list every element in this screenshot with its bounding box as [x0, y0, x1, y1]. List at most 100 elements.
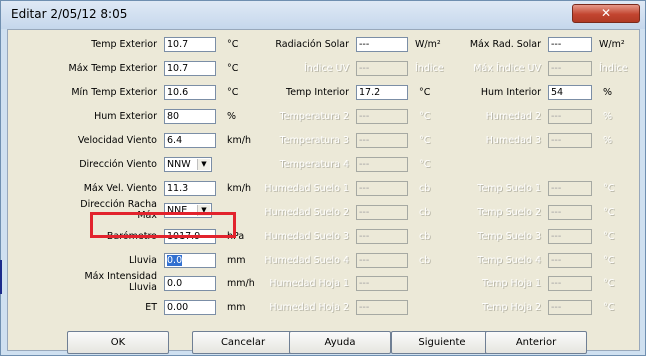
temp-hoja-2-input: --- — [548, 300, 592, 315]
temperatura-2-label: Temperatura 2 — [279, 111, 349, 122]
temp-suelo-3-label: Temp Suelo 3 — [477, 231, 541, 242]
max-temp-exterior-input[interactable]: 10.7 — [164, 61, 216, 76]
ayuda-button[interactable]: Ayuda — [289, 331, 391, 354]
humedad-suelo-1-unit: cb — [419, 183, 431, 194]
max-intensidad-lluvia-input[interactable]: 0.0 — [164, 276, 216, 291]
dialog-client-area: Temp Exterior 10.7 °C Máx Temp Exterior … — [7, 29, 640, 354]
humedad-suelo-2-input: --- — [356, 205, 408, 220]
hum-exterior-input[interactable]: 80 — [164, 109, 216, 124]
temperatura-2-unit: °C — [419, 111, 431, 122]
et-label: ET — [145, 302, 157, 313]
window-edge-accent — [0, 260, 2, 294]
humedad-suelo-4-label: Humedad Suelo 4 — [264, 255, 349, 266]
radiacion-solar-input[interactable]: --- — [356, 37, 408, 52]
humedad-suelo-2-unit: cb — [419, 207, 431, 218]
humedad-suelo-4-unit: cb — [419, 255, 431, 266]
ok-button[interactable]: OK — [67, 331, 169, 354]
max-intensidad-lluvia-label-line1: Máx Intensidad — [84, 271, 157, 282]
temp-hoja-1-input: --- — [548, 276, 592, 291]
hum-exterior-unit: % — [227, 111, 237, 122]
velocidad-viento-input[interactable]: 6.4 — [164, 133, 216, 148]
et-unit: mm — [227, 302, 246, 313]
temp-interior-unit: °C — [419, 87, 431, 98]
max-rad-solar-unit: W/m² — [599, 39, 625, 50]
max-temp-exterior-unit: °C — [227, 63, 239, 74]
humedad-suelo-3-unit: cb — [419, 231, 431, 242]
humedad-suelo-3-label: Humedad Suelo 3 — [264, 231, 349, 242]
temp-hoja-1-unit: °C — [603, 278, 615, 289]
direccion-viento-select[interactable]: NNW ▼ — [164, 157, 212, 172]
temp-suelo-1-unit: °C — [603, 183, 615, 194]
humedad-3-label: Humedad 3 — [485, 135, 541, 146]
siguiente-button[interactable]: Siguiente — [391, 331, 493, 354]
lluvia-label: Lluvia — [128, 255, 157, 266]
indice-uv-label: Índice UV — [303, 63, 349, 74]
temp-suelo-4-input: --- — [548, 253, 592, 268]
anterior-button[interactable]: Anterior — [485, 331, 587, 354]
radiacion-solar-label: Radiación Solar — [275, 39, 349, 50]
temp-interior-input[interactable]: 17.2 — [356, 85, 408, 100]
temp-suelo-4-label: Temp Suelo 4 — [477, 255, 541, 266]
indice-uv-unit: Índice — [415, 63, 444, 74]
hum-exterior-label: Hum Exterior — [94, 111, 157, 122]
temperatura-4-label: Temperatura 4 — [279, 159, 349, 170]
temp-exterior-unit: °C — [227, 39, 239, 50]
lluvia-input[interactable]: 0.0 — [164, 253, 216, 268]
et-input[interactable]: 0.00 — [164, 300, 216, 315]
humedad-hoja-2-input: --- — [356, 300, 408, 315]
hum-interior-input[interactable]: 54 — [548, 85, 592, 100]
lluvia-value-selected: 0.0 — [167, 255, 183, 266]
velocidad-viento-unit: km/h — [227, 135, 251, 146]
temp-suelo-1-input: --- — [548, 181, 592, 196]
cancelar-button[interactable]: Cancelar — [192, 331, 294, 354]
min-temp-exterior-input[interactable]: 10.6 — [164, 85, 216, 100]
min-temp-exterior-unit: °C — [227, 87, 239, 98]
humedad-2-label: Humedad 2 — [485, 111, 541, 122]
edit-dialog-window: Editar 2/05/12 8:05 ✕ Temp Exterior 10.7… — [0, 0, 646, 356]
temperatura-3-unit: °C — [419, 135, 431, 146]
max-indice-uv-label: Máx Índice UV — [473, 63, 541, 74]
temp-hoja-2-label: Temp Hoja 2 — [482, 302, 541, 313]
temp-hoja-1-label: Temp Hoja 1 — [482, 278, 541, 289]
max-temp-exterior-label: Máx Temp Exterior — [68, 63, 157, 74]
humedad-2-unit: % — [603, 111, 613, 122]
close-button[interactable]: ✕ — [572, 4, 640, 23]
max-indice-uv-unit: Índice — [599, 63, 628, 74]
max-intensidad-lluvia-unit: mm/h — [227, 278, 255, 289]
hum-interior-unit: % — [603, 87, 613, 98]
velocidad-viento-label: Velocidad Viento — [77, 135, 157, 146]
lluvia-unit: mm — [227, 255, 246, 266]
max-rad-solar-input[interactable]: --- — [548, 37, 592, 52]
temp-suelo-4-unit: °C — [603, 255, 615, 266]
direccion-viento-value: NNW — [167, 159, 191, 170]
humedad-suelo-3-input: --- — [356, 229, 408, 244]
max-vel-viento-label: Máx Vel. Viento — [83, 183, 157, 194]
min-temp-exterior-label: Mín Temp Exterior — [71, 87, 157, 98]
title-bar[interactable]: Editar 2/05/12 8:05 ✕ — [1, 1, 645, 29]
humedad-2-input: --- — [548, 109, 592, 124]
window-title: Editar 2/05/12 8:05 — [11, 7, 128, 21]
temp-hoja-2-unit: °C — [603, 302, 615, 313]
temp-suelo-3-unit: °C — [603, 231, 615, 242]
temp-suelo-3-input: --- — [548, 229, 592, 244]
humedad-suelo-1-input: --- — [356, 181, 408, 196]
temp-suelo-2-unit: °C — [603, 207, 615, 218]
temp-exterior-label: Temp Exterior — [91, 39, 157, 50]
humedad-3-input: --- — [548, 133, 592, 148]
temp-interior-label: Temp Interior — [286, 87, 349, 98]
max-indice-uv-input: --- — [548, 61, 592, 76]
radiacion-solar-unit: W/m² — [415, 39, 441, 50]
humedad-hoja-2-label: Humedad Hoja 2 — [269, 302, 349, 313]
temp-exterior-input[interactable]: 10.7 — [164, 37, 216, 52]
max-vel-viento-input[interactable]: 11.3 — [164, 181, 216, 196]
close-icon: ✕ — [600, 6, 612, 20]
lluvia-highlight-box — [90, 212, 236, 238]
max-rad-solar-label: Máx Rad. Solar — [469, 39, 541, 50]
temperatura-3-label: Temperatura 3 — [279, 135, 349, 146]
hum-interior-label: Hum Interior — [480, 87, 541, 98]
chevron-down-icon[interactable]: ▼ — [197, 159, 210, 170]
temperatura-3-input: --- — [356, 133, 408, 148]
direccion-racha-label-line1: Dirección Racha — [80, 199, 157, 210]
max-vel-viento-unit: km/h — [227, 183, 251, 194]
direccion-viento-label: Dirección Viento — [79, 159, 157, 170]
